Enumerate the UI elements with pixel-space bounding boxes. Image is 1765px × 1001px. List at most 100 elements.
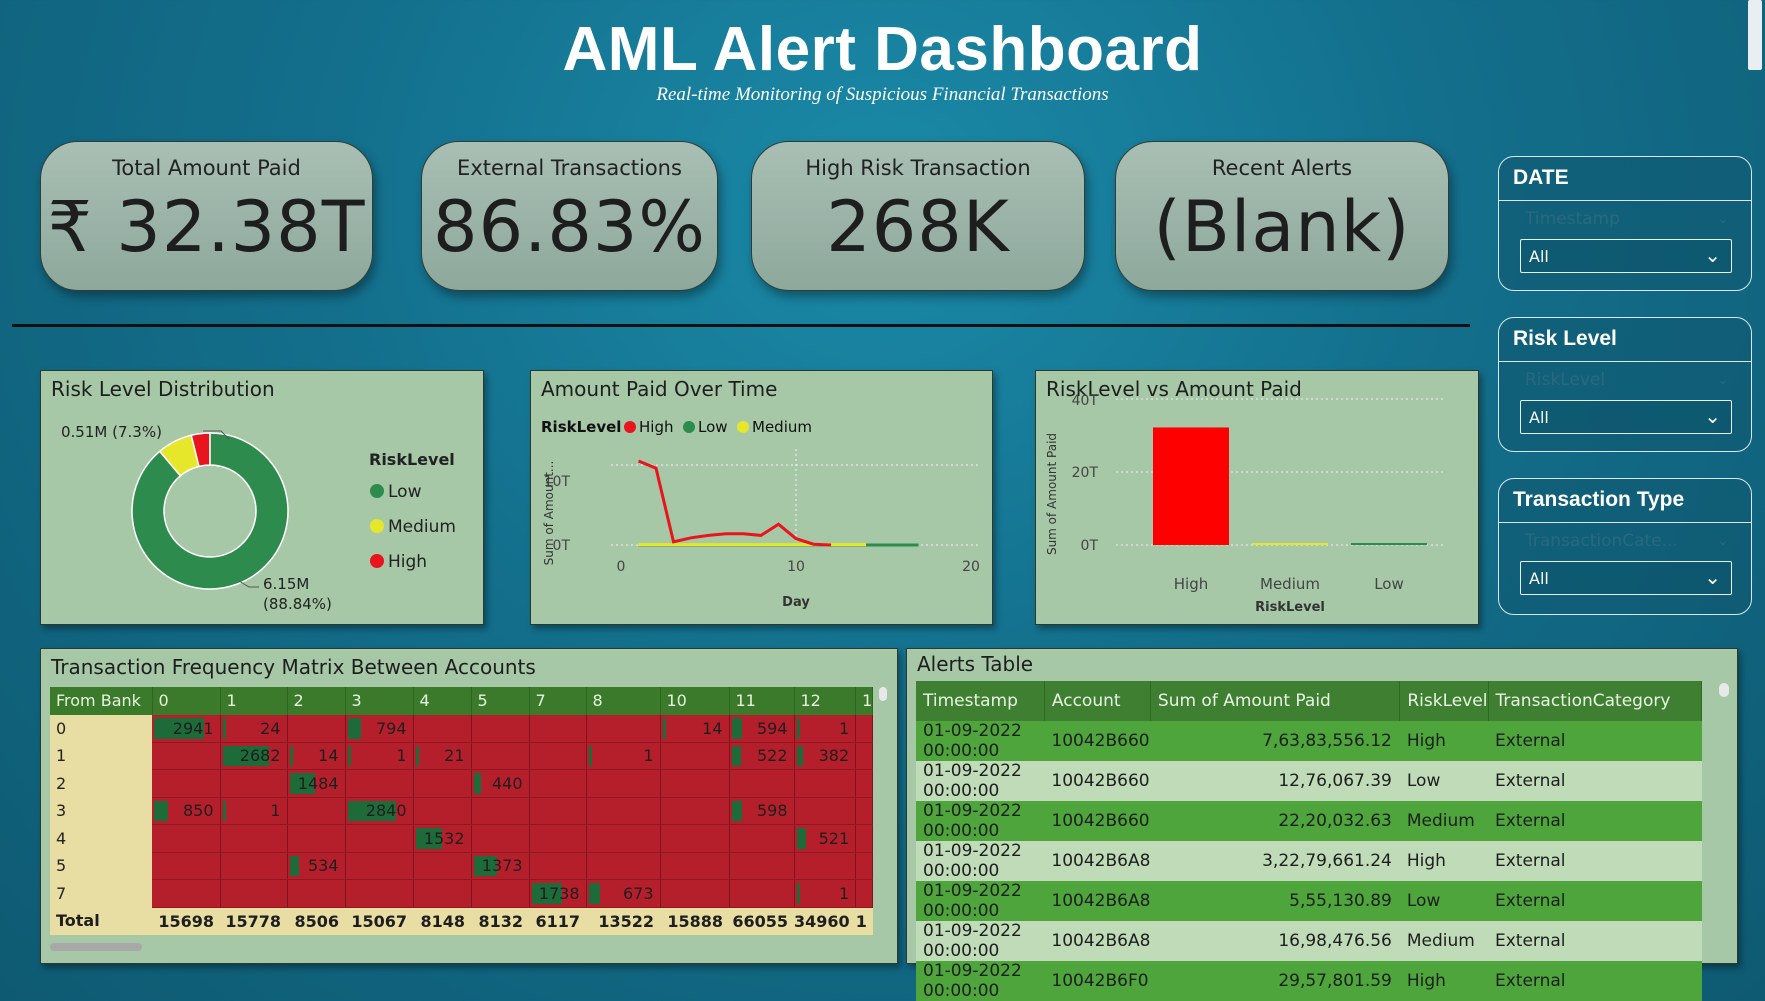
slicer-dropdown[interactable]: All ⌄ [1520, 400, 1732, 434]
matrix-column-header[interactable]: 5 [471, 687, 530, 715]
matrix-row-header[interactable]: 2 [50, 769, 152, 797]
matrix-column-header[interactable]: 3 [345, 687, 414, 715]
alerts-table-card[interactable]: Alerts Table Timestamp Account Sum of Amou… [906, 648, 1738, 1001]
series-line-high[interactable] [637, 459, 832, 547]
matrix-cell[interactable] [413, 797, 472, 825]
matrix-cell[interactable]: 1484 [287, 769, 346, 798]
matrix-cell[interactable]: 2941 [152, 714, 221, 743]
slicer-date[interactable]: DATE Timestamp ⌄ All ⌄ [1498, 156, 1752, 291]
vertical-scrollbar[interactable] [1718, 683, 1730, 951]
matrix-cell[interactable]: 1 [794, 879, 857, 908]
scrollbar-thumb[interactable] [50, 943, 142, 951]
matrix-cell[interactable]: 14 [660, 714, 730, 743]
scrollbar-thumb[interactable] [879, 687, 887, 701]
matrix-cell[interactable] [855, 879, 874, 908]
transaction-frequency-matrix-card[interactable]: Transaction Frequency Matrix Between Acc… [40, 648, 898, 964]
donut-slice-low[interactable] [131, 432, 289, 590]
legend-item-low[interactable]: Low [388, 482, 422, 502]
matrix-cell[interactable]: 850 [152, 797, 221, 825]
matrix-column-header[interactable]: 1 [855, 687, 874, 715]
kpi-high-risk-transaction[interactable]: High Risk Transaction 268K [751, 141, 1085, 291]
matrix-cell[interactable] [855, 824, 874, 853]
matrix-cell[interactable]: 382 [794, 742, 857, 770]
vertical-scrollbar[interactable] [877, 687, 889, 957]
matrix-cell[interactable] [586, 824, 661, 853]
matrix-cell[interactable] [855, 769, 874, 798]
matrix-cell[interactable] [471, 797, 530, 825]
matrix-column-header[interactable]: 10 [660, 687, 730, 715]
matrix-cell[interactable] [855, 714, 874, 743]
matrix-cell[interactable]: 1373 [471, 852, 530, 880]
table-row[interactable]: 01-09-2022 00:00:00 10042B6A8 3,22,79,661.… [916, 841, 1702, 881]
matrix-cell[interactable] [220, 824, 288, 853]
horizontal-scrollbar[interactable] [50, 943, 876, 953]
matrix-cell[interactable] [287, 824, 346, 853]
matrix-cell[interactable] [729, 769, 795, 798]
matrix-row-header[interactable]: 3 [50, 797, 152, 825]
alerts-table-visual[interactable]: Timestamp Account Sum of Amount Paid RiskLe… [916, 681, 1702, 1001]
matrix-cell[interactable] [345, 769, 414, 798]
matrix-cell[interactable] [152, 852, 221, 880]
matrix-cell[interactable] [794, 852, 857, 880]
matrix-visual[interactable]: From Bank 0 1 2 3 4 5 7 8 10 11 12 1 0 2941 24 794 14 594… [50, 687, 876, 963]
matrix-cell[interactable]: 14 [287, 742, 346, 770]
slicer-risk-level[interactable]: Risk Level RiskLevel ⌄ All ⌄ [1498, 317, 1752, 452]
matrix-cell[interactable]: 1 [345, 742, 414, 770]
matrix-cell[interactable] [855, 742, 874, 770]
alerts-table[interactable]: Timestamp Account Sum of Amount Paid RiskLe… [916, 681, 1702, 1001]
matrix-corner-header[interactable]: From Bank [50, 687, 153, 715]
chevron-down-icon[interactable]: ⌄ [1717, 372, 1729, 388]
kpi-total-amount-paid[interactable]: Total Amount Paid ₹ 32.38T [40, 141, 373, 291]
matrix-cell[interactable] [471, 714, 530, 743]
matrix-cell[interactable]: 24 [220, 714, 288, 743]
matrix-cell[interactable] [287, 714, 346, 743]
matrix-column-header[interactable]: 11 [729, 687, 795, 715]
slicer-transaction-type[interactable]: Transaction Type TransactionCate... ⌄ Al… [1498, 478, 1752, 615]
matrix-cell[interactable]: 598 [729, 797, 795, 825]
kpi-recent-alerts[interactable]: Recent Alerts (Blank) [1115, 141, 1449, 291]
matrix-column-header[interactable]: 7 [529, 687, 587, 715]
matrix-cell[interactable] [345, 824, 414, 853]
matrix-row-header[interactable]: 7 [50, 879, 152, 907]
matrix-row[interactable]: 0 2941 24 794 14 594 1 [50, 714, 874, 743]
matrix-cell[interactable]: 1532 [413, 824, 472, 853]
bar-medium[interactable] [1252, 543, 1328, 545]
matrix-cell[interactable] [471, 742, 530, 770]
matrix-cell[interactable] [413, 852, 472, 880]
matrix-row-header[interactable]: 0 [50, 714, 152, 742]
legend-item-high[interactable]: High [639, 418, 673, 436]
matrix-cell[interactable] [287, 797, 346, 825]
matrix-cell[interactable] [152, 769, 221, 798]
legend-item-medium[interactable]: Medium [752, 418, 812, 436]
matrix-cell[interactable] [413, 879, 472, 908]
matrix-cell[interactable]: 1 [794, 714, 857, 743]
chevron-down-icon[interactable]: ⌄ [1717, 211, 1729, 227]
matrix-cell[interactable] [152, 824, 221, 853]
matrix-cell[interactable] [413, 714, 472, 743]
table-row[interactable]: 01-09-2022 00:00:00 10042B6A8 5,55,130.89 L… [916, 881, 1702, 921]
matrix-column-header[interactable]: 4 [413, 687, 472, 715]
bar-low[interactable] [1351, 543, 1427, 545]
column-header[interactable]: Timestamp [916, 681, 1045, 721]
legend-item-medium[interactable]: Medium [388, 517, 456, 537]
matrix-cell[interactable] [660, 824, 730, 853]
matrix-cell[interactable] [586, 714, 661, 743]
chevron-down-icon[interactable]: ⌄ [1717, 533, 1729, 549]
matrix-cell[interactable]: 1738 [529, 879, 587, 908]
amount-paid-over-time-card[interactable]: Amount Paid Over Time RiskLevel High Low… [530, 370, 993, 625]
column-header[interactable]: TransactionCategory [1488, 681, 1702, 721]
matrix-cell[interactable]: 673 [586, 879, 661, 908]
legend-item-high[interactable]: High [388, 552, 427, 572]
matrix-cell[interactable]: 440 [471, 769, 530, 798]
matrix-cell[interactable]: 534 [287, 852, 346, 880]
matrix-cell[interactable] [729, 852, 795, 880]
matrix-cell[interactable] [660, 797, 730, 825]
matrix-cell[interactable] [152, 879, 221, 908]
matrix-cell[interactable] [529, 769, 587, 798]
matrix-cell[interactable] [794, 769, 857, 798]
matrix-cell[interactable] [729, 824, 795, 853]
matrix-cell[interactable] [586, 769, 661, 798]
matrix-cell[interactable]: 521 [794, 824, 857, 853]
matrix-column-header[interactable]: 8 [586, 687, 661, 715]
matrix-cell[interactable]: 2682 [220, 742, 288, 770]
